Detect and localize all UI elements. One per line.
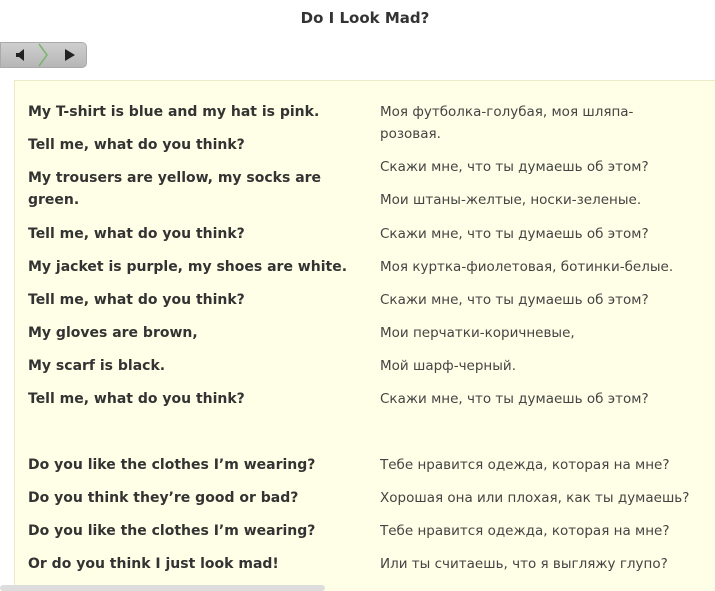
lyric-line-en: My scarf is black. — [28, 358, 166, 374]
lyric-line-ru: Тебе нравится одежда, которая на мне? — [380, 523, 670, 539]
lyric-line-ru: Скажи мне, что ты думаешь об этом? — [380, 226, 649, 242]
lyric-line-en: Or do you think I just look mad! — [28, 556, 279, 572]
lyric-line-ru: Мои штаны-желтые, носки-зеленые. — [380, 192, 642, 208]
lyric-line-ru: Моя футболка-голубая, моя шляпа-розовая. — [380, 104, 634, 142]
speaker-icon[interactable] — [9, 43, 35, 67]
lyric-line-en: Tell me, what do you think? — [28, 137, 245, 153]
lyric-line-en: Do you think they’re good or bad? — [28, 490, 299, 506]
audio-player — [0, 42, 87, 68]
lyric-line-en: Tell me, what do you think? — [28, 391, 245, 407]
lyric-line-ru: Моя куртка-фиолетовая, ботинки-белые. — [380, 259, 674, 275]
lyric-line-en: Do you like the clothes I’m wearing? — [28, 523, 316, 539]
lyric-line-ru: Скажи мне, что ты думаешь об этом? — [380, 292, 649, 308]
lyric-line-en: My jacket is purple, my shoes are white. — [28, 259, 348, 275]
lyric-line-ru: Хорошая она или плохая, как ты думаешь? — [380, 490, 690, 506]
lyric-line-en: My T-shirt is blue and my hat is pink. — [28, 104, 320, 120]
lyric-line-ru: Тебе нравится одежда, которая на мне? — [380, 457, 670, 473]
lyric-line-en: My trousers are yellow, my socks are gre… — [28, 170, 322, 208]
play-icon[interactable] — [57, 43, 83, 67]
lyric-line-ru: Скажи мне, что ты думаешь об этом? — [380, 391, 649, 407]
page-title: Do I Look Mad? — [300, 9, 430, 27]
chevron-right-icon — [37, 43, 49, 71]
page: Do I Look Mad? My T-shirt is blue and my… — [0, 0, 715, 591]
lyric-line-en: Tell me, what do you think? — [28, 226, 245, 242]
lyric-line-en: Do you like the clothes I’m wearing? — [28, 457, 316, 473]
lyric-line-ru: Скажи мне, что ты думаешь об этом? — [380, 159, 649, 175]
lyric-line-ru: Мой шарф-черный. — [380, 358, 516, 374]
horizontal-scrollbar[interactable] — [0, 585, 325, 591]
lyric-line-en: Tell me, what do you think? — [28, 292, 245, 308]
lyric-line-ru: Мои перчатки-коричневые, — [380, 325, 575, 341]
lyric-line-en: My gloves are brown, — [28, 325, 198, 341]
lyric-line-ru: Или ты считаешь, что я выгляжу глупо? — [380, 556, 668, 572]
